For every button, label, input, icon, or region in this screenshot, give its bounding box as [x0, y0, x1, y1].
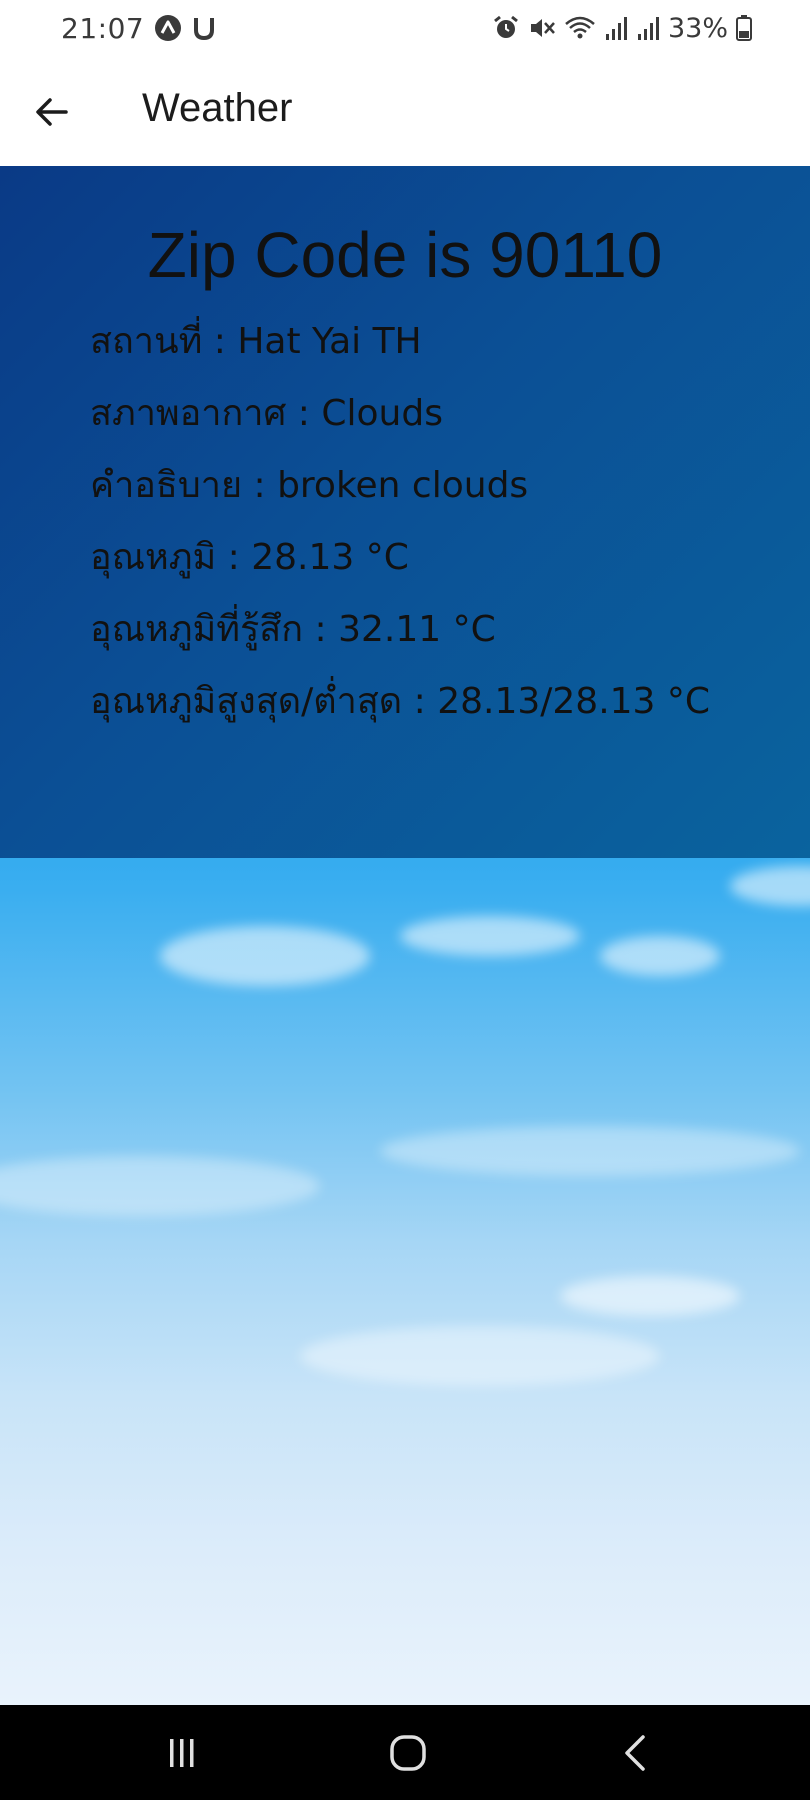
nav-app-icon [154, 14, 182, 42]
arrow-left-icon [34, 94, 70, 130]
page-title: Weather [142, 86, 293, 130]
cloud [300, 1326, 660, 1386]
app-bar: Weather [0, 56, 810, 166]
system-back-button[interactable] [595, 1725, 675, 1781]
battery-percent: 33% [667, 12, 728, 44]
weather-info-panel: Zip Code is 90110 สถานที่ : Hat Yai TH ส… [0, 166, 810, 858]
min-max-temperature-row: อุณหภูมิสูงสุด/ต่ำสุด : 28.13/28.13 °C [90, 681, 711, 722]
battery-icon [736, 14, 752, 42]
wifi-icon [564, 14, 596, 42]
cloud [560, 1276, 740, 1316]
system-nav-bar [0, 1705, 810, 1800]
back-button[interactable] [22, 82, 82, 142]
cloud [160, 926, 370, 986]
signal-icon [604, 14, 628, 42]
home-icon [388, 1733, 428, 1773]
weather-info-list: สถานที่ : Hat Yai TH สภาพอากาศ : Clouds … [90, 306, 710, 738]
condition-row: สภาพอากาศ : Clouds [90, 393, 443, 434]
recents-icon [164, 1735, 200, 1771]
recents-button[interactable] [142, 1725, 222, 1781]
location-row: สถานที่ : Hat Yai TH [90, 321, 422, 362]
zip-code-title: Zip Code is 90110 [147, 219, 663, 291]
status-right: 33% [492, 8, 752, 48]
cloud [0, 1156, 320, 1216]
signal-icon [636, 14, 660, 42]
back-icon [617, 1733, 653, 1773]
alarm-icon [492, 14, 520, 42]
description-row: คำอธิบาย : broken clouds [90, 465, 529, 506]
cloud [730, 866, 810, 906]
cloud [600, 936, 720, 976]
feels-like-row: อุณหภูมิที่รู้สึก : 32.11 °C [90, 609, 496, 650]
temperature-row: อุณหภูมิ : 28.13 °C [90, 537, 409, 578]
status-time: 21:07 [61, 11, 145, 45]
cloud [400, 916, 580, 956]
u-icon [192, 14, 216, 42]
mute-icon [528, 14, 556, 42]
cloud [380, 1126, 800, 1176]
status-bar: 21:07 33% [0, 0, 810, 56]
status-left: 21:07 [61, 8, 216, 48]
home-button[interactable] [368, 1725, 448, 1781]
